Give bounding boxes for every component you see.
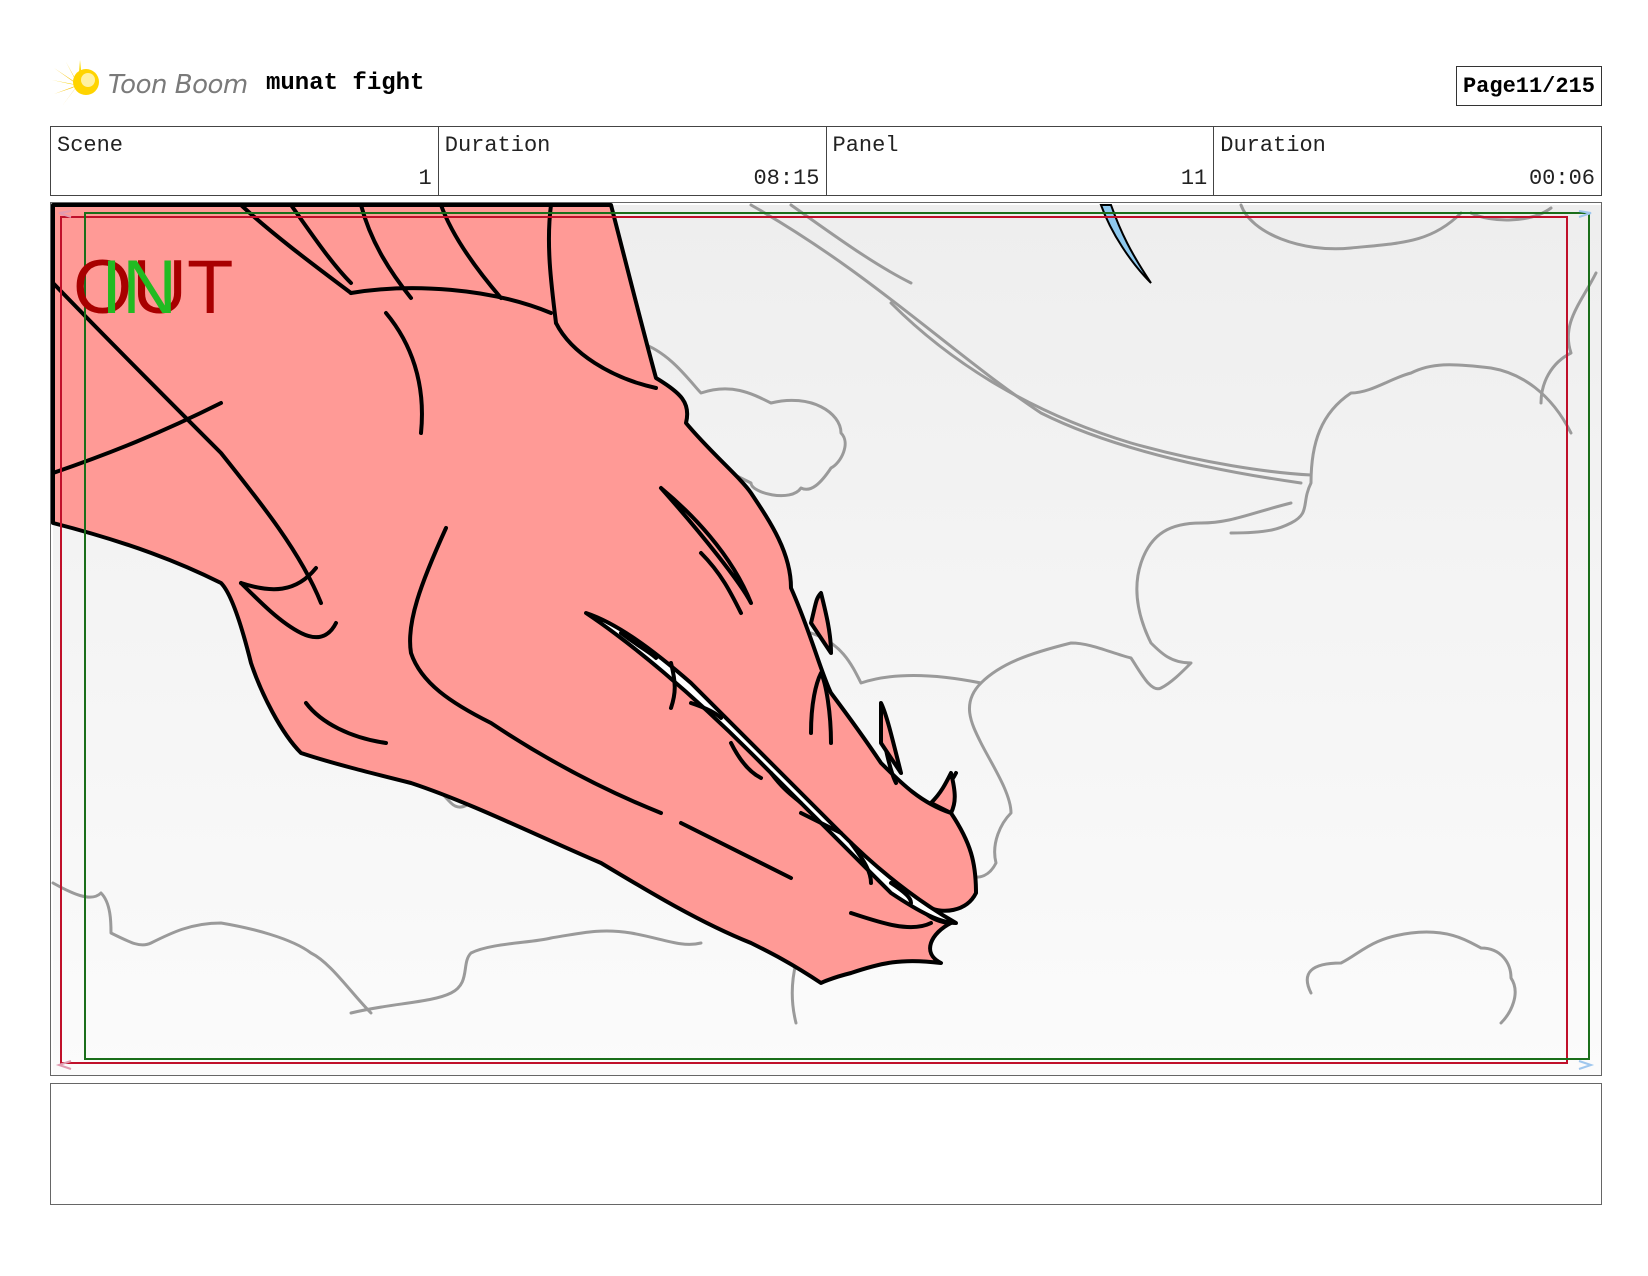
- project-title: munat fight: [266, 70, 425, 97]
- panel-info-row: Scene 1 Duration 08:15 Panel 11 Duration…: [50, 126, 1602, 196]
- scene-label: Scene: [57, 133, 124, 158]
- storyboard-header: Toon Boom munat fight Page 11/215: [50, 58, 1602, 112]
- panel-duration-cell: Duration 00:06: [1214, 127, 1601, 195]
- panel-value: 11: [1180, 166, 1208, 191]
- panel-drawing: OUT IN: [51, 203, 1601, 1075]
- panel-duration-label: Duration: [1220, 133, 1326, 158]
- toon-boom-logo: Toon Boom: [50, 58, 248, 112]
- logo-text: Toon Boom: [108, 70, 248, 100]
- page-label: Page: [1462, 73, 1516, 99]
- scene-duration-cell: Duration 08:15: [439, 127, 827, 195]
- page-value: 11/215: [1515, 73, 1595, 99]
- scene-value: 1: [418, 166, 432, 191]
- panel-label: Panel: [832, 133, 899, 158]
- storyboard-panel: OUT IN: [50, 202, 1602, 1076]
- scene-duration-label: Duration: [444, 133, 551, 158]
- starburst-logo-icon: [52, 60, 99, 106]
- in-label: IN: [101, 245, 177, 330]
- scene-duration-value: 08:15: [753, 166, 820, 191]
- panel-notes-box[interactable]: [50, 1083, 1602, 1205]
- panel-cell: Panel 11: [827, 127, 1215, 195]
- panel-duration-value: 00:06: [1528, 166, 1595, 191]
- page-indicator: Page 11/215: [1455, 66, 1602, 106]
- scene-cell: Scene 1: [51, 127, 439, 195]
